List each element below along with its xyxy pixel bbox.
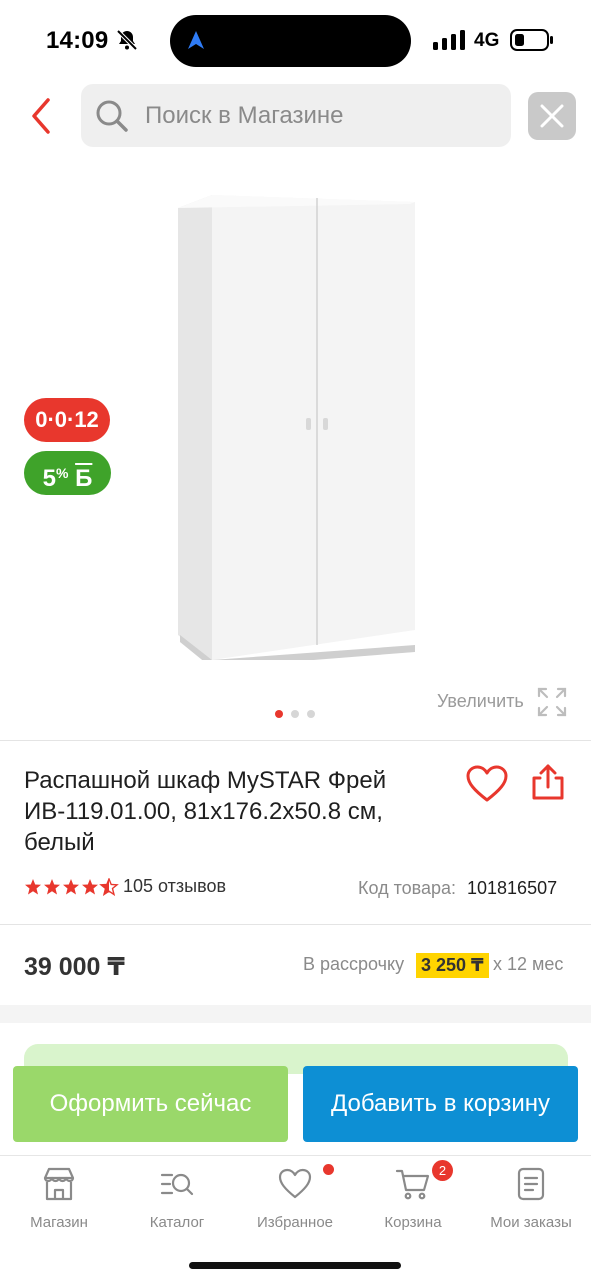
share-button[interactable] bbox=[530, 763, 566, 801]
tab-cart[interactable]: Корзина bbox=[354, 1166, 472, 1236]
catalog-search-icon bbox=[160, 1173, 194, 1196]
home-indicator[interactable] bbox=[189, 1262, 401, 1269]
zoom-link[interactable]: Увеличить bbox=[437, 686, 524, 716]
status-time: 14:09 bbox=[46, 27, 109, 54]
back-button[interactable] bbox=[28, 96, 58, 136]
slide-indicator bbox=[275, 710, 320, 720]
tab-label: Мои заказы bbox=[490, 1214, 572, 1231]
tab-label: Избранное bbox=[256, 1214, 334, 1231]
product-image bbox=[178, 195, 415, 660]
slide-dot bbox=[291, 710, 299, 718]
search-icon bbox=[96, 100, 128, 132]
tab-catalog[interactable]: Каталог bbox=[118, 1166, 236, 1236]
slide-dot-active bbox=[275, 710, 283, 718]
favorites-notification-dot bbox=[323, 1164, 334, 1175]
divider bbox=[0, 924, 591, 925]
orders-icon bbox=[517, 1167, 545, 1201]
sku-value: 101816507 bbox=[467, 878, 558, 898]
slide-dot bbox=[307, 710, 315, 718]
reviews-link[interactable]: 105 отзывов bbox=[123, 876, 226, 897]
battery-icon bbox=[510, 29, 553, 51]
cart-count-badge: 2 bbox=[432, 1160, 453, 1181]
signal-icon bbox=[433, 30, 465, 50]
checkout-now-button[interactable]: Оформить сейчас bbox=[13, 1066, 288, 1142]
bell-muted-icon bbox=[116, 29, 138, 51]
section-separator bbox=[0, 1005, 591, 1023]
tab-label: Корзина bbox=[384, 1214, 442, 1231]
network-type: 4G bbox=[474, 30, 500, 51]
rating-stars bbox=[25, 878, 118, 896]
bonus-percent: 5 bbox=[42, 465, 56, 492]
search-bar[interactable] bbox=[81, 84, 511, 147]
installment-label: В рассрочку bbox=[303, 954, 405, 974]
cart-icon bbox=[395, 1169, 430, 1200]
bonus-percent-sign: % bbox=[55, 465, 69, 481]
bonus-unit: Б bbox=[75, 465, 93, 492]
store-icon bbox=[43, 1167, 75, 1201]
search-input[interactable] bbox=[145, 84, 495, 147]
sku-label: Код товара: bbox=[358, 878, 457, 898]
clear-search-button[interactable] bbox=[528, 92, 576, 140]
tab-label: Магазин bbox=[30, 1214, 88, 1231]
bonus-badge: 5% Б bbox=[24, 451, 111, 495]
installment-amount: 3 250 ₸ bbox=[416, 953, 489, 978]
favorite-button[interactable] bbox=[466, 765, 508, 803]
divider bbox=[0, 740, 591, 741]
installment-badge: 0·0·12 bbox=[24, 398, 110, 442]
tab-favorites[interactable]: Избранное bbox=[236, 1166, 354, 1236]
product-gallery[interactable]: 0·0·12 5% Б Увеличить bbox=[0, 160, 591, 740]
installment-term: x 12 мес bbox=[493, 954, 564, 974]
tab-label: Каталог bbox=[149, 1214, 205, 1231]
close-icon bbox=[540, 104, 564, 128]
heart-icon bbox=[278, 1168, 312, 1199]
status-bar: 14:09 4G bbox=[0, 0, 591, 80]
tab-orders[interactable]: Мои заказы bbox=[472, 1166, 590, 1236]
product-title: Распашной шкаф MySTAR Фрей ИВ-119.01.00,… bbox=[24, 767, 387, 856]
expand-icon[interactable] bbox=[536, 686, 568, 718]
navigation-arrow-icon bbox=[188, 31, 204, 49]
product-price: 39 000 ₸ bbox=[24, 953, 125, 981]
add-to-cart-button[interactable]: Добавить в корзину bbox=[303, 1066, 578, 1142]
tab-store[interactable]: Магазин bbox=[0, 1166, 118, 1236]
